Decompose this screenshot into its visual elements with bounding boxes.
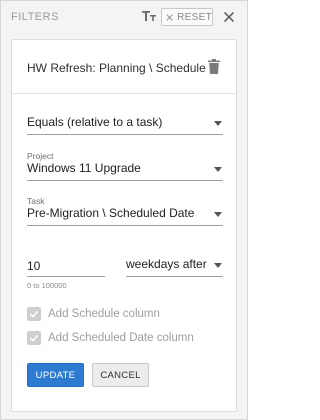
filter-name: HW Refresh: Planning \ Schedule	[27, 61, 206, 75]
reset-x-icon	[166, 13, 173, 21]
project-value: Windows 11 Upgrade	[27, 161, 141, 175]
operator-select[interactable]: Equals (relative to a task)	[27, 113, 223, 135]
cancel-button[interactable]: CANCEL	[92, 363, 149, 387]
text-size-icon[interactable]	[141, 8, 157, 24]
filter-card: HW Refresh: Planning \ Schedule Equals (…	[11, 39, 237, 412]
chevron-down-icon	[214, 167, 222, 172]
panel-title: FILTERS	[11, 11, 59, 23]
offset-hint: 0 to 100000	[27, 281, 67, 290]
filters-panel: FILTERS RESET HW Refresh: Planning \ Sch…	[0, 0, 248, 420]
operator-value: Equals (relative to a task)	[27, 115, 163, 129]
checkmark-icon	[29, 310, 39, 318]
unit-value: weekdays after ...	[126, 257, 209, 271]
task-select[interactable]: Pre-Migration \ Scheduled Date	[27, 204, 223, 226]
card-divider	[12, 93, 236, 94]
task-value: Pre-Migration \ Scheduled Date	[27, 206, 195, 220]
filters-header: FILTERS RESET	[1, 1, 247, 33]
chevron-down-icon	[214, 212, 222, 217]
add-schedule-checkbox-row[interactable]: Add Schedule column	[27, 306, 160, 322]
close-icon[interactable]	[223, 10, 235, 23]
chevron-down-icon	[214, 263, 222, 268]
project-select[interactable]: Windows 11 Upgrade	[27, 159, 223, 181]
chevron-down-icon	[214, 121, 222, 126]
reset-button[interactable]: RESET	[161, 8, 213, 26]
add-scheduled-date-label: Add Scheduled Date column	[48, 332, 194, 344]
checkmark-icon	[29, 334, 39, 342]
update-button[interactable]: UPDATE	[27, 363, 84, 387]
offset-input[interactable]	[27, 255, 105, 277]
unit-select[interactable]: weekdays after ...	[126, 255, 223, 277]
add-schedule-label: Add Schedule column	[48, 308, 160, 320]
add-schedule-checkbox[interactable]	[27, 307, 41, 321]
add-scheduled-date-checkbox-row[interactable]: Add Scheduled Date column	[27, 330, 194, 346]
trash-icon[interactable]	[208, 59, 220, 74]
reset-label: RESET	[177, 11, 212, 23]
add-scheduled-date-checkbox[interactable]	[27, 331, 41, 345]
